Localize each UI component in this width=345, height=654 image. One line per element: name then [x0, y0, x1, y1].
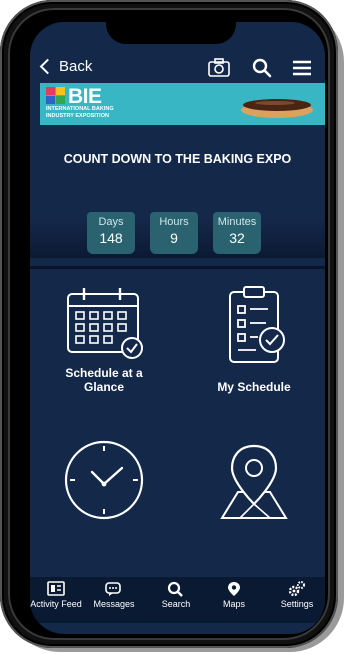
hours-value: 9	[170, 230, 178, 246]
tab-search[interactable]: Search	[146, 581, 206, 609]
tab-messages[interactable]: Messages	[84, 581, 144, 609]
tab-activity-feed-label: Activity Feed	[30, 599, 82, 609]
search-icon	[167, 581, 183, 597]
settings-icon	[288, 581, 305, 597]
tab-maps[interactable]: Maps	[204, 581, 264, 609]
back-button[interactable]: Back	[39, 58, 93, 75]
days-label: Days	[98, 216, 124, 228]
tab-settings[interactable]: Settings	[267, 581, 325, 609]
tile-clock[interactable]	[44, 432, 164, 528]
minutes-value: 32	[229, 230, 245, 246]
countdown-title: COUNT DOWN TO THE BAKING EXPO	[63, 152, 292, 166]
clipboard-check-icon	[229, 286, 285, 363]
clock-icon	[64, 440, 144, 520]
hours-label: Hours	[159, 216, 189, 228]
top-nav-bar: Back	[30, 52, 325, 86]
tab-maps-label: Maps	[222, 599, 245, 609]
countdown-section: COUNT DOWN TO THE BAKING EXPO Days 148 H…	[30, 126, 325, 258]
tile-schedule-label: Schedule at a Glance	[65, 366, 143, 394]
countdown-hours: Hours 9	[150, 212, 198, 254]
eclair-image-icon	[241, 99, 313, 118]
camera-icon[interactable]	[207, 56, 231, 80]
bottom-tab-bar: Activity Feed Messages Search Maps Setti…	[30, 577, 325, 623]
countdown-days: Days 148	[87, 212, 135, 254]
ibie-logo-icon	[46, 87, 65, 104]
tab-search-label: Search	[161, 599, 191, 609]
calendar-check-icon	[67, 288, 143, 359]
activity-feed-icon	[47, 581, 65, 596]
search-icon[interactable]	[250, 56, 274, 80]
map-pin-icon	[220, 444, 288, 519]
section-divider	[30, 266, 325, 269]
countdown-minutes: Minutes 32	[213, 212, 261, 254]
tab-settings-label: Settings	[280, 599, 314, 609]
days-value: 148	[99, 230, 123, 246]
minutes-label: Minutes	[217, 216, 257, 228]
chevron-left-icon	[39, 58, 56, 75]
tile-my-schedule-label: My Schedule	[217, 380, 291, 394]
phone-notch	[106, 14, 236, 44]
menu-icon[interactable]	[290, 56, 314, 80]
banner-logo-subtitle: INTERNATIONAL BAKING INDUSTRY EXPOSITION	[46, 106, 114, 119]
tab-activity-feed[interactable]: Activity Feed	[30, 581, 86, 609]
tile-map[interactable]	[194, 432, 314, 528]
sponsor-banner[interactable]: BIE INTERNATIONAL BAKING INDUSTRY EXPOSI…	[40, 83, 325, 125]
map-pin-icon	[228, 582, 240, 596]
app-screen: Back BIE INTERNATIONAL BAKING INDUSTRY E	[30, 22, 325, 634]
tile-schedule-at-a-glance[interactable]: Schedule at a Glance	[44, 284, 164, 394]
messages-icon	[105, 582, 121, 596]
back-label: Back	[59, 58, 93, 75]
tile-my-schedule[interactable]: My Schedule	[194, 284, 314, 394]
tab-messages-label: Messages	[93, 599, 135, 609]
